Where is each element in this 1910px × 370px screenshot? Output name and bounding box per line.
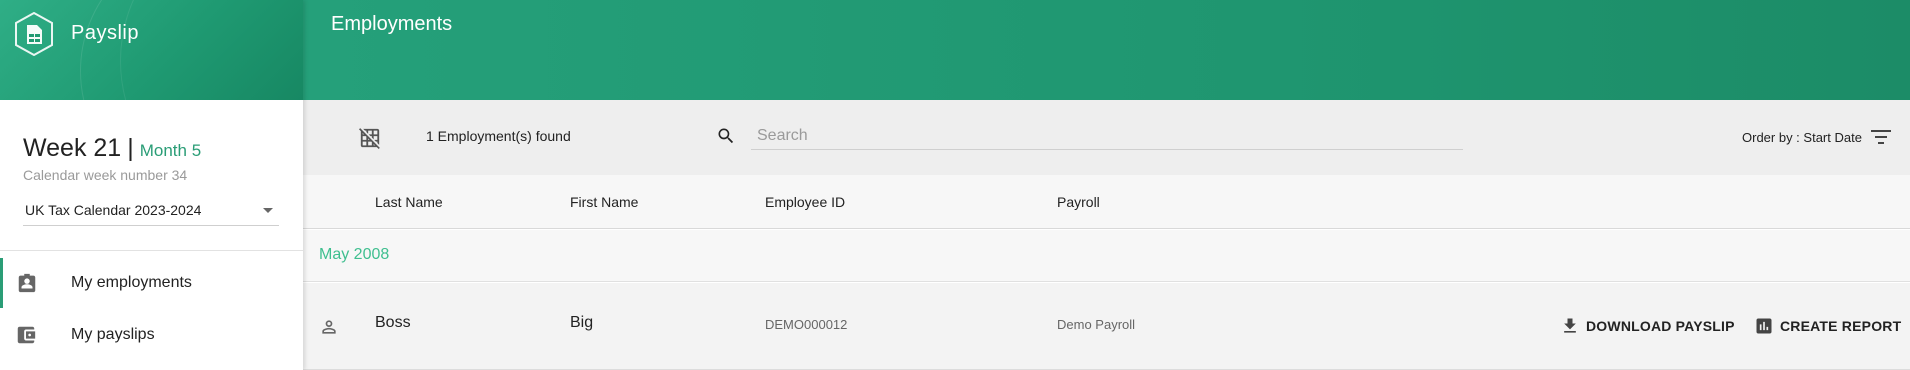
- list-toolbar: 1 Employment(s) found Order by : Start D…: [303, 100, 1910, 175]
- table-row[interactable]: Boss Big DEMO000012 Demo Payroll DOWNLOA…: [303, 283, 1910, 370]
- download-payslip-label: DOWNLOAD PAYSLIP: [1586, 318, 1735, 334]
- tax-calendar-select[interactable]: UK Tax Calendar 2023-2024: [23, 196, 279, 226]
- sidebar-item-label: My employments: [71, 274, 192, 291]
- week-label: Week 21: [23, 134, 122, 162]
- create-report-label: CREATE REPORT: [1780, 318, 1902, 334]
- calendar-week-subtitle: Calendar week number 34: [23, 167, 188, 183]
- search-input[interactable]: [751, 122, 1463, 149]
- sidebar-item-my-payslips[interactable]: My payslips: [0, 310, 303, 360]
- sidebar-item-my-employments[interactable]: My employments: [0, 258, 303, 308]
- app-name: Payslip: [71, 22, 139, 44]
- column-header-last-name: Last Name: [375, 194, 443, 210]
- caret-down-icon: [263, 208, 273, 213]
- payslip-logo-icon: [15, 12, 53, 56]
- download-icon: [1564, 318, 1576, 333]
- column-header-payroll: Payroll: [1057, 194, 1100, 210]
- results-count: 1 Employment(s) found: [426, 128, 571, 144]
- cell-payroll: Demo Payroll: [1057, 317, 1136, 332]
- cell-first-name: Big: [570, 314, 594, 331]
- wallet-icon: [17, 326, 36, 344]
- person-icon: [322, 320, 336, 334]
- app-root: Payslip Week 21 | Month 5 Calendar week …: [0, 0, 1910, 370]
- sidebar-divider: [0, 250, 303, 251]
- tax-calendar-value: UK Tax Calendar 2023-2024: [25, 202, 202, 218]
- bar-chart-icon: [1756, 318, 1772, 334]
- page-header: Employments: [303, 0, 1910, 100]
- sidebar-item-label: My payslips: [71, 326, 155, 343]
- column-header-first-name: First Name: [570, 194, 639, 210]
- order-by-label[interactable]: Order by : Start Date: [1742, 130, 1862, 145]
- table-header: Last Name First Name Employee ID Payroll: [303, 175, 1910, 229]
- brand-header: Payslip: [0, 0, 303, 100]
- table-group-header: May 2008: [303, 230, 1910, 282]
- sort-filter-icon[interactable]: [1870, 128, 1892, 146]
- cell-employee-id: DEMO000012: [765, 317, 848, 332]
- search-icon: [718, 128, 734, 144]
- badge-icon: [18, 273, 36, 293]
- search-field: [751, 122, 1463, 150]
- page-title: Employments: [331, 13, 453, 35]
- grid-off-icon[interactable]: [359, 127, 381, 149]
- download-payslip-button[interactable]: DOWNLOAD PAYSLIP: [1560, 311, 1735, 341]
- create-report-button[interactable]: CREATE REPORT: [1754, 311, 1901, 341]
- month-label: Month 5: [139, 141, 202, 160]
- group-label: May 2008: [319, 246, 390, 263]
- week-indicator: Week 21 | Month 5: [23, 134, 201, 163]
- column-header-employee-id: Employee ID: [765, 194, 846, 210]
- employments-table: Last Name First Name Employee ID Payroll…: [303, 175, 1910, 370]
- sidebar: Payslip Week 21 | Month 5 Calendar week …: [0, 0, 303, 370]
- cell-last-name: Boss: [375, 314, 411, 331]
- week-separator: |: [127, 134, 134, 162]
